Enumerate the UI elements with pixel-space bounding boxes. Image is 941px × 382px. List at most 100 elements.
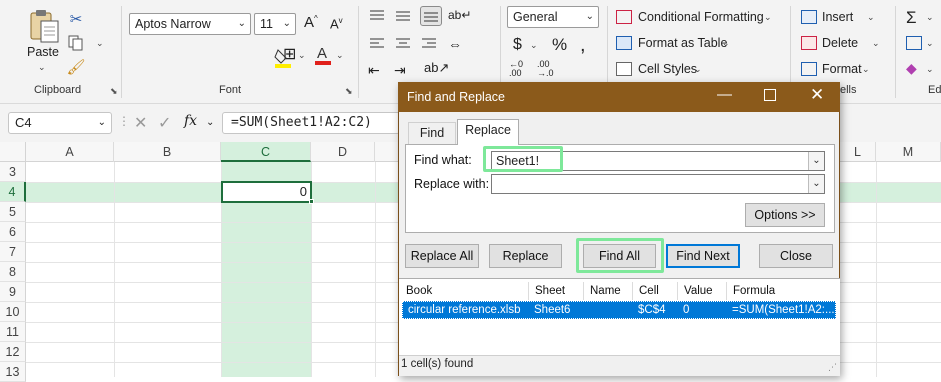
font-size-combo[interactable]: 11 ⌄ (254, 13, 296, 35)
copy-icon[interactable] (66, 34, 86, 52)
format-cells-icon[interactable] (801, 62, 817, 76)
maximize-icon[interactable] (764, 89, 776, 101)
minimize-icon[interactable]: — (717, 86, 732, 103)
chevron-down-icon[interactable]: ⌄ (872, 38, 880, 49)
select-all-corner[interactable] (0, 142, 26, 162)
decrease-font-icon[interactable]: Av (330, 16, 343, 31)
conditional-formatting-icon[interactable] (616, 10, 632, 24)
row-header-12[interactable]: 12 (0, 342, 26, 362)
column-header-a[interactable]: A (26, 142, 114, 162)
paste-button[interactable]: Paste (27, 45, 59, 59)
format-as-table-icon[interactable] (616, 36, 632, 50)
results-header-cell[interactable]: Cell (632, 282, 677, 300)
close-icon[interactable]: ✕ (810, 85, 824, 105)
fill-color-icon[interactable] (274, 47, 291, 68)
chevron-down-icon[interactable]: ⌄ (530, 40, 538, 51)
font-launcher-icon[interactable]: ⬊ (345, 86, 353, 97)
delete-cells-icon[interactable] (801, 36, 817, 50)
decrease-indent-icon[interactable]: ⇤ (368, 62, 380, 79)
column-header-d[interactable]: D (311, 142, 375, 162)
wrap-text-icon[interactable]: ab↵ (448, 8, 471, 22)
row-header-10[interactable]: 10 (0, 302, 26, 322)
chevron-down-icon[interactable]: ⌄ (926, 64, 934, 75)
row-header-13[interactable]: 13 (0, 362, 26, 382)
increase-font-icon[interactable]: A^ (304, 14, 318, 31)
chevron-down-icon[interactable]: ⌄ (722, 38, 730, 49)
chevron-down-icon[interactable]: ⌄ (862, 64, 870, 75)
format-button[interactable]: Format (822, 62, 862, 76)
accounting-format-icon[interactable]: $ (513, 36, 522, 54)
column-header-c[interactable]: C (221, 142, 311, 162)
active-cell-c4[interactable]: 0 (221, 181, 312, 203)
column-header-m[interactable]: M (876, 142, 941, 162)
resize-grip-icon[interactable]: ⋰ (828, 362, 837, 373)
chevron-down-icon[interactable]: ⌄ (808, 175, 824, 193)
enter-icon[interactable]: ✓ (158, 113, 171, 133)
row-header-4[interactable]: 4 (0, 182, 26, 202)
row-header-5[interactable]: 5 (0, 202, 26, 222)
results-header-book[interactable]: Book (400, 282, 528, 300)
find-next-button[interactable]: Find Next (666, 244, 740, 268)
cell-styles-button[interactable]: Cell Styles (638, 62, 697, 76)
chevron-down-icon[interactable]: ⌄ (808, 152, 824, 170)
merge-center-icon[interactable]: ⇔ (448, 36, 462, 52)
replace-with-input[interactable]: ⌄ (491, 174, 825, 194)
chevron-down-icon[interactable]: ⌄ (694, 64, 702, 75)
increase-indent-icon[interactable]: ⇥ (394, 62, 406, 79)
results-header-name[interactable]: Name (583, 282, 632, 300)
column-header-b[interactable]: B (114, 142, 221, 162)
align-right-icon[interactable] (420, 36, 438, 52)
comma-style-icon[interactable]: , (580, 34, 586, 57)
align-top-icon[interactable] (368, 8, 386, 24)
chevron-down-icon[interactable]: ⌄ (764, 12, 772, 23)
number-format-combo[interactable]: General ⌄ (507, 6, 599, 28)
copy-chevron-icon[interactable]: ⌄ (96, 38, 104, 49)
fill-handle[interactable] (309, 199, 314, 204)
conditional-formatting-button[interactable]: Conditional Formatting (638, 10, 764, 24)
cell-styles-icon[interactable] (616, 62, 632, 76)
dialog-title-bar[interactable]: Find and Replace — ✕ (398, 82, 840, 112)
row-header-7[interactable]: 7 (0, 242, 26, 262)
font-name-combo[interactable]: Aptos Narrow ⌄ (129, 13, 251, 35)
results-header-value[interactable]: Value (677, 282, 726, 300)
row-header-3[interactable]: 3 (0, 162, 26, 182)
tab-find[interactable]: Find (408, 122, 456, 144)
formula-input[interactable]: =SUM(Sheet1!A2:C2) (222, 112, 400, 134)
chevron-down-icon[interactable]: ⌄ (926, 12, 934, 23)
dialog-close-button[interactable]: Close (759, 244, 833, 268)
chevron-down-icon[interactable]: ⌄ (206, 117, 214, 128)
align-left-icon[interactable] (368, 36, 386, 52)
name-box[interactable]: C4 ⌄ (8, 112, 112, 134)
format-as-table-button[interactable]: Format as Table (638, 36, 727, 50)
orientation-icon[interactable]: ab↗ (424, 60, 449, 76)
paste-icon[interactable] (26, 8, 62, 44)
insert-cells-icon[interactable] (801, 10, 817, 24)
insert-function-icon[interactable]: fx (184, 113, 197, 129)
replace-all-button[interactable]: Replace All (405, 244, 479, 268)
format-painter-icon[interactable]: 🖌 (66, 58, 86, 76)
font-color-icon[interactable]: A (314, 44, 332, 66)
cancel-icon[interactable]: ✕ (134, 113, 147, 133)
increase-decimal-icon[interactable]: ←0.00 (509, 60, 523, 78)
row-header-6[interactable]: 6 (0, 222, 26, 242)
column-header-l[interactable]: L (840, 142, 876, 162)
autosum-icon[interactable]: Σ (906, 8, 917, 28)
fill-icon[interactable] (906, 36, 922, 50)
replace-button[interactable]: Replace (489, 244, 562, 268)
row-header-9[interactable]: 9 (0, 282, 26, 302)
align-middle-icon[interactable] (394, 8, 412, 24)
tab-replace[interactable]: Replace (457, 119, 519, 145)
clear-icon[interactable]: ◆ (906, 60, 917, 77)
row-header-11[interactable]: 11 (0, 322, 26, 342)
results-header-sheet[interactable]: Sheet (528, 282, 583, 300)
chevron-down-icon[interactable]: ⌄ (336, 50, 344, 61)
insert-button[interactable]: Insert (822, 10, 853, 24)
chevron-down-icon[interactable]: ⌄ (98, 113, 106, 133)
options-button[interactable]: Options >> (745, 203, 825, 227)
chevron-down-icon[interactable]: ⌄ (867, 12, 875, 23)
align-bottom-icon[interactable] (420, 6, 442, 26)
align-center-icon[interactable] (394, 36, 412, 52)
decrease-decimal-icon[interactable]: .00 →.0 (537, 60, 554, 78)
chevron-down-icon[interactable]: ⌄ (298, 50, 306, 61)
clipboard-launcher-icon[interactable]: ⬊ (110, 86, 118, 97)
